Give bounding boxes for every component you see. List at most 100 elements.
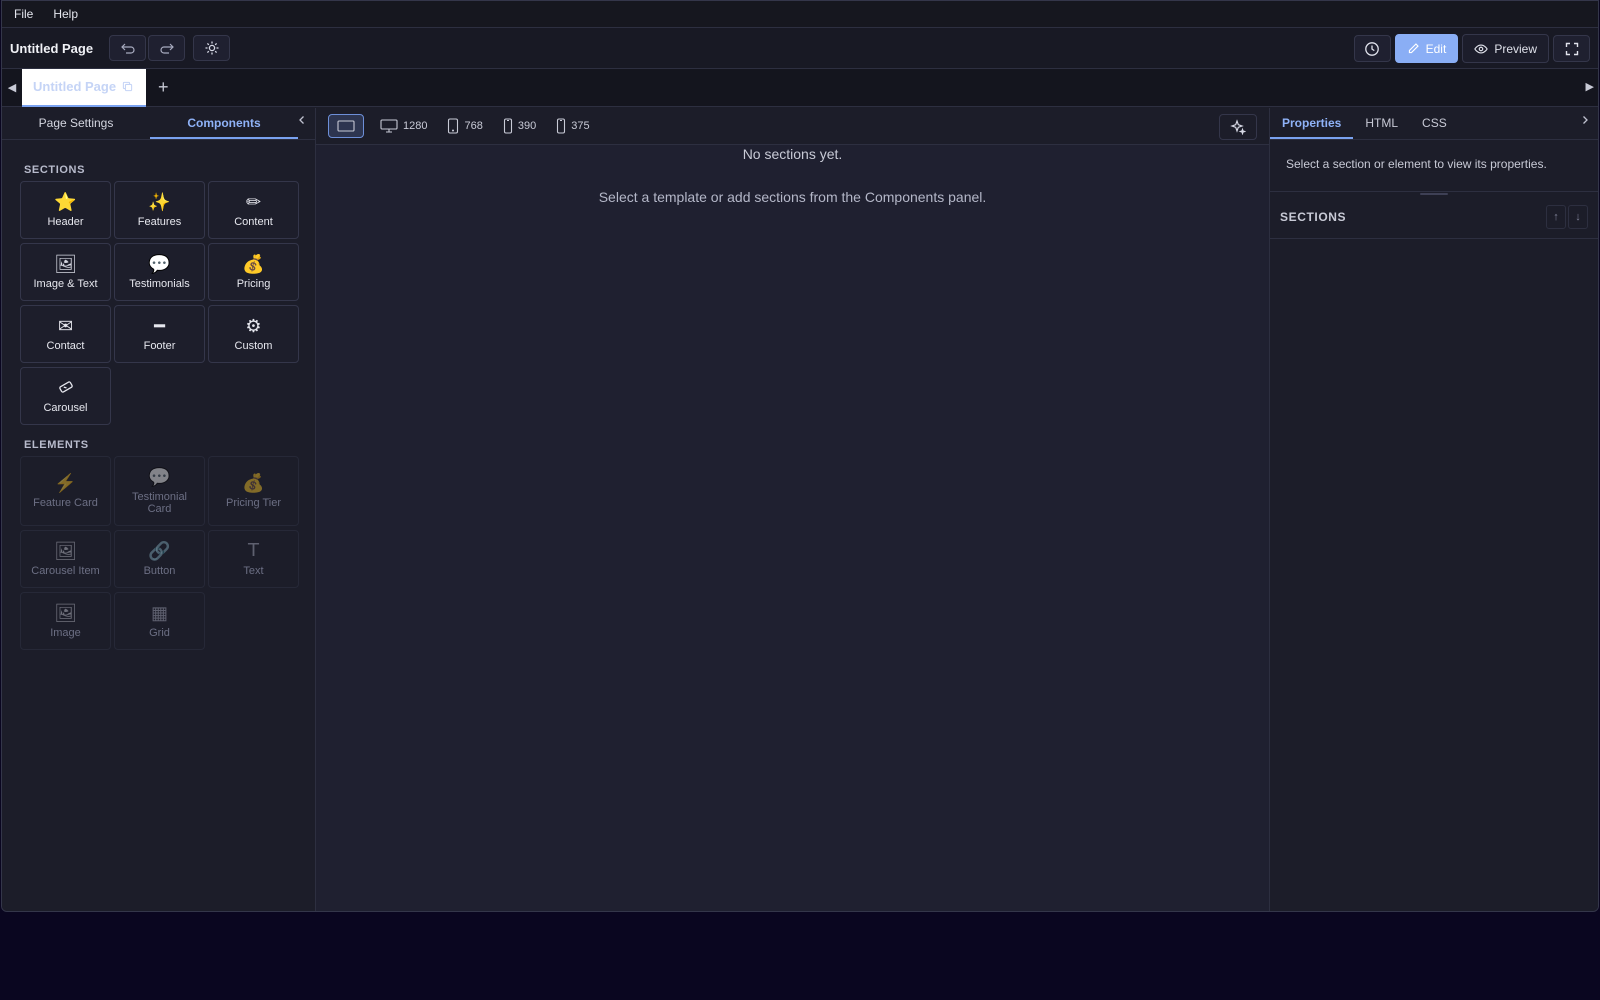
scroll-tabs-right-icon[interactable]: ▶ xyxy=(1586,80,1594,93)
sections-group-title: SECTIONS xyxy=(24,164,86,176)
section-card-content[interactable]: ✏ Content xyxy=(208,181,299,239)
duplicate-icon[interactable] xyxy=(122,81,133,92)
grid-icon: ▦ xyxy=(150,603,168,623)
collapse-right-panel-icon[interactable] xyxy=(1580,114,1590,128)
section-card-footer[interactable]: ━ Footer xyxy=(114,305,205,363)
element-card-button[interactable]: 🔗 Button xyxy=(114,530,205,588)
device-tablet-label: 768 xyxy=(464,120,483,132)
device-desktop-button[interactable]: 1280 xyxy=(376,114,431,138)
element-card-carousel-item[interactable]: 🖼 Carousel Item xyxy=(20,530,111,588)
preview-label: Preview xyxy=(1494,41,1537,56)
money-bag-icon: 💰 xyxy=(242,473,265,493)
ai-assist-button[interactable] xyxy=(1219,114,1257,140)
device-toolbar: 1280 768 390 375 xyxy=(316,108,1269,145)
canvas-area: 1280 768 390 375 No sections yet. Select… xyxy=(316,108,1269,911)
pencil-icon: ✏ xyxy=(245,192,262,212)
add-tab-button[interactable]: + xyxy=(158,77,169,98)
redo-icon xyxy=(160,43,174,54)
move-down-button[interactable]: ↓ xyxy=(1568,205,1588,229)
left-panel: Page Settings Components SECTIONS ⭐ Heade… xyxy=(2,108,316,911)
section-card-label: Carousel xyxy=(43,402,88,414)
element-card-pricing-tier[interactable]: 💰 Pricing Tier xyxy=(208,456,299,526)
device-desktop-label: 1280 xyxy=(403,120,428,132)
menu-file[interactable]: File xyxy=(14,7,43,21)
section-card-label: Header xyxy=(47,216,84,228)
section-card-header[interactable]: ⭐ Header xyxy=(20,181,111,239)
history-button[interactable] xyxy=(1353,35,1391,62)
device-phone-large-button[interactable]: 390 xyxy=(499,114,540,138)
scroll-tabs-left-icon[interactable]: ◀ xyxy=(2,81,22,94)
move-up-button[interactable]: ↑ xyxy=(1546,205,1566,229)
star-icon: ⭐ xyxy=(54,192,77,212)
picture-icon: 🖼 xyxy=(54,254,77,274)
section-card-testimonials[interactable]: 💬 Testimonials xyxy=(114,243,205,301)
document-tab-label: Untitled Page xyxy=(33,79,117,94)
redo-button[interactable] xyxy=(148,35,186,61)
toolbar-right: Edit Preview xyxy=(1353,34,1590,63)
document-tab-strip: ◀ Untitled Page + ▶ xyxy=(2,68,1598,107)
element-card-testimonial-card[interactable]: 💬 Testimonial Card xyxy=(114,456,205,526)
preview-mode-button[interactable]: Preview xyxy=(1462,34,1549,63)
theme-toggle-button[interactable] xyxy=(193,35,231,61)
section-card-label: Testimonials xyxy=(129,278,190,290)
section-card-label: Features xyxy=(137,216,182,228)
sparkle-icon xyxy=(1230,119,1246,135)
edit-mode-button[interactable]: Edit xyxy=(1394,34,1459,63)
element-card-feature-card[interactable]: ⚡ Feature Card xyxy=(20,456,111,526)
tab-components[interactable]: Components xyxy=(150,108,298,139)
section-card-features[interactable]: ✨ Features xyxy=(114,181,205,239)
device-phone-small-button[interactable]: 375 xyxy=(552,114,593,138)
section-card-custom[interactable]: ⚙ Custom xyxy=(208,305,299,363)
monitor-icon xyxy=(380,119,398,133)
section-card-image-text[interactable]: 🖼 Image & Text xyxy=(20,243,111,301)
speech-bubble-icon: 💬 xyxy=(148,254,171,274)
device-fit-button[interactable] xyxy=(328,114,364,138)
device-phone-large-label: 390 xyxy=(517,120,537,132)
left-panel-tabs: Page Settings Components xyxy=(2,108,315,140)
device-tablet-button[interactable]: 768 xyxy=(443,114,486,138)
app-window: File Help Untitled Page Edit Preview ◀ U… xyxy=(1,0,1599,912)
tab-page-settings[interactable]: Page Settings xyxy=(2,108,150,139)
picture-icon: 🖼 xyxy=(54,603,77,623)
empty-state-hint: Select a template or add sections from t… xyxy=(598,189,987,205)
fullscreen-icon xyxy=(1565,42,1578,55)
element-card-label: Feature Card xyxy=(33,497,98,509)
element-card-grid[interactable]: ▦ Grid xyxy=(114,592,205,650)
section-card-label: Pricing xyxy=(236,278,271,290)
element-card-label: Button xyxy=(143,565,176,577)
section-card-label: Content xyxy=(234,216,273,228)
sun-icon xyxy=(205,41,219,55)
reorder-controls: ↑ ↓ xyxy=(1546,205,1588,229)
section-card-label: Contact xyxy=(46,340,85,352)
collapse-left-panel-icon[interactable] xyxy=(297,114,307,128)
fit-width-icon xyxy=(337,120,355,132)
sections-list-header: SECTIONS ↑ ↓ xyxy=(1270,195,1598,239)
edit-label: Edit xyxy=(1425,41,1447,56)
element-card-text[interactable]: T Text xyxy=(208,530,299,588)
text-icon: T xyxy=(248,540,259,561)
section-card-pricing[interactable]: 💰 Pricing xyxy=(208,243,299,301)
section-card-label: Footer xyxy=(143,340,176,352)
link-icon: 🔗 xyxy=(148,541,171,561)
element-card-label: Pricing Tier xyxy=(225,497,282,509)
tab-html[interactable]: HTML xyxy=(1353,108,1410,139)
properties-message: Select a section or element to view its … xyxy=(1270,140,1598,192)
tab-properties[interactable]: Properties xyxy=(1270,108,1354,139)
sections-grid: ⭐ Header ✨ Features ✏ Content 🖼 Image & Text… xyxy=(20,181,315,425)
section-card-label: Custom xyxy=(234,340,273,352)
element-card-image[interactable]: 🖼 Image xyxy=(20,592,111,650)
workspace: Page Settings Components SECTIONS ⭐ Heade… xyxy=(2,108,1598,911)
lightning-icon: ⚡ xyxy=(54,473,77,493)
section-card-carousel[interactable]: Carousel xyxy=(20,367,111,425)
menu-bar: File Help xyxy=(2,1,1598,28)
undo-button[interactable] xyxy=(109,35,147,61)
menu-help[interactable]: Help xyxy=(53,7,88,21)
right-panel: Properties HTML CSS Select a section or … xyxy=(1269,108,1598,911)
tab-css[interactable]: CSS xyxy=(1410,108,1459,139)
document-tab[interactable]: Untitled Page xyxy=(22,68,146,107)
horizontal-bar-icon: ━ xyxy=(154,316,165,336)
fullscreen-button[interactable] xyxy=(1553,35,1590,62)
undo-icon xyxy=(120,43,135,54)
section-card-contact[interactable]: ✉ Contact xyxy=(20,305,111,363)
phone-icon xyxy=(557,118,566,134)
